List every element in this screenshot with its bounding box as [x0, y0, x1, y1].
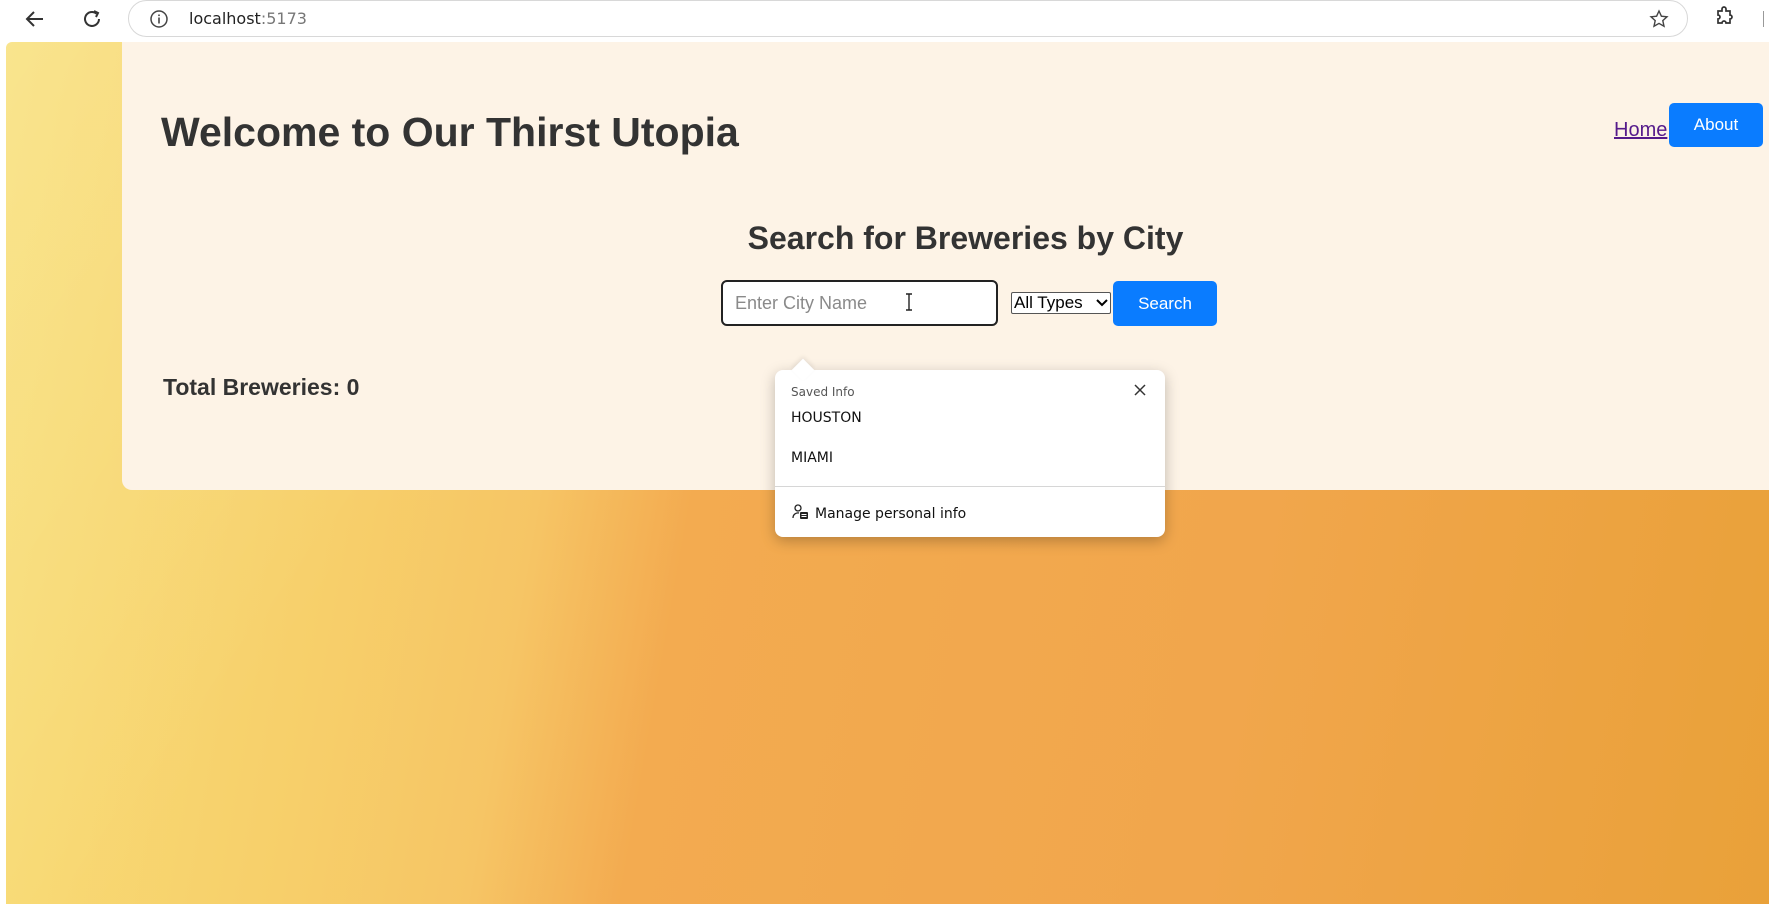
popup-divider [775, 486, 1165, 487]
about-button[interactable]: About [1669, 103, 1763, 147]
info-icon[interactable] [149, 9, 169, 34]
page-title: Welcome to Our Thirst Utopia [161, 109, 739, 155]
url-text: localhost:5173 [189, 9, 307, 28]
back-arrow-icon[interactable] [20, 4, 50, 34]
address-bar[interactable]: localhost:5173 [128, 0, 1688, 37]
chevron-down-icon [1096, 293, 1108, 313]
manage-personal-info[interactable]: Manage personal info [791, 503, 966, 525]
browser-toolbar: localhost:5173 [0, 0, 1769, 38]
url-host: localhost [189, 9, 261, 28]
manage-info-label: Manage personal info [815, 506, 967, 522]
toolbar-divider [1763, 11, 1764, 27]
manage-info-icon [791, 503, 809, 525]
page-viewport: Welcome to Our Thirst Utopia Home About … [6, 42, 1769, 904]
city-search-input[interactable] [721, 280, 998, 326]
total-breweries: Total Breweries: 0 [163, 374, 360, 400]
star-icon[interactable] [1649, 9, 1669, 34]
reload-icon[interactable] [77, 4, 107, 34]
text-cursor-icon [904, 293, 914, 316]
type-select-value: All Types [1014, 293, 1083, 312]
search-button[interactable]: Search [1113, 281, 1217, 326]
nav-home-link[interactable]: Home [1614, 119, 1667, 142]
search-heading: Search for Breweries by City [747, 220, 1184, 256]
extensions-icon[interactable] [1713, 5, 1737, 34]
url-port: :5173 [260, 9, 307, 28]
autofill-header: Saved Info [791, 385, 855, 399]
autofill-item-houston[interactable]: HOUSTON [791, 410, 862, 426]
autofill-item-miami[interactable]: MIAMI [791, 450, 833, 466]
brewery-type-select[interactable]: All Types [1011, 292, 1111, 314]
autofill-popup: Saved Info HOUSTON MIAMI Manage personal… [775, 358, 1165, 537]
close-icon[interactable] [1132, 382, 1148, 398]
